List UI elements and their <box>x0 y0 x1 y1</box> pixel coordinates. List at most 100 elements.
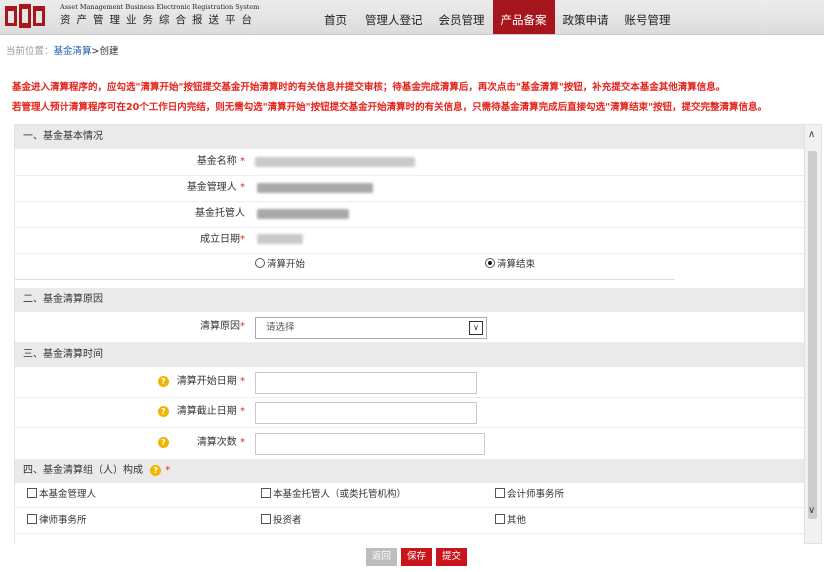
logo-english-text: Asset Management Business Electronic Reg… <box>60 3 260 11</box>
section-title: 四、基金清算组（人）构成 <box>23 465 143 476</box>
nav-product-filing[interactable]: 产品备案 <box>492 0 555 34</box>
checkbox-label: 其他 <box>507 515 527 526</box>
required-star: * <box>240 376 245 387</box>
breadcrumb-separator: > <box>91 46 100 57</box>
start-date-input[interactable] <box>255 372 477 394</box>
row-liquidation-reason: 清算原因* 请选择 ∨ <box>15 312 805 343</box>
end-date-label: 清算截止日期 <box>176 406 237 417</box>
nav-member-management[interactable]: 会员管理 <box>431 0 493 34</box>
radio-circle-selected[interactable] <box>485 258 495 268</box>
checkbox-label: 本基金托管人（或类托管机构） <box>273 489 407 500</box>
checkbox-label: 律师事务所 <box>39 515 87 526</box>
notice-line-1: 基金进入清算程序的，应勾选"清算开始"按钮提交基金开始清算时的有关信息并提交审核… <box>12 82 726 93</box>
submit-button[interactable]: 提交 <box>436 548 468 566</box>
help-icon[interactable]: ? <box>150 465 162 476</box>
redacted-established-date <box>257 234 303 244</box>
fund-custodian-label: 基金托管人 <box>195 208 245 219</box>
section-title: 一、基金基本情况 <box>23 131 103 142</box>
checkbox-accounting-firm[interactable]: 会计师事务所 <box>495 483 564 507</box>
liquidation-count-label: 清算次数 <box>196 437 237 448</box>
checkbox-box[interactable] <box>495 514 505 524</box>
save-button[interactable]: 保存 <box>401 548 433 566</box>
established-date-label: 成立日期 <box>200 234 240 245</box>
required-star: * <box>240 182 245 193</box>
required-star: * <box>240 234 245 245</box>
radio-liquidation-end[interactable]: 清算结束 <box>485 253 535 277</box>
section-liquidation-team: 四、基金清算组（人）构成 ? * <box>15 459 805 483</box>
help-icon[interactable]: ? <box>157 406 169 417</box>
row-fund-manager: 基金管理人 * <box>15 175 805 202</box>
section-title: 三、基金清算时间 <box>23 349 103 360</box>
checkbox-box[interactable] <box>261 514 271 524</box>
row-fund-custodian: 基金托管人 <box>15 201 805 228</box>
section-title: 二、基金清算原因 <box>23 294 103 305</box>
nav-home[interactable]: 首页 <box>312 0 357 34</box>
fund-name-label: 基金名称 <box>196 156 237 167</box>
help-icon[interactable]: ? <box>157 437 169 448</box>
chevron-up-icon[interactable]: ∧ <box>808 129 815 140</box>
scrollbar-thumb[interactable] <box>808 151 817 519</box>
logo-icon <box>5 4 45 28</box>
checkbox-investor[interactable]: 投资者 <box>261 509 302 533</box>
help-icon[interactable]: ? <box>157 376 169 387</box>
section-liquidation-reason: 二、基金清算原因 <box>15 288 805 312</box>
chevron-down-icon[interactable]: ∨ <box>808 505 815 516</box>
row-end-date: ? 清算截止日期 * <box>15 397 805 428</box>
row-established-date: 成立日期* <box>15 227 805 254</box>
required-star: * <box>240 437 245 448</box>
row-liquidation-status: 清算开始 清算结束 <box>15 253 675 280</box>
logo-chinese-text: 资产管理业务综合报送平台 <box>60 14 258 26</box>
required-star: * <box>240 321 245 332</box>
breadcrumb-prefix: 当前位置： <box>6 46 54 57</box>
section-basic-info: 一、基金基本情况 <box>15 125 805 149</box>
liquidation-reason-label: 清算原因 <box>200 321 240 332</box>
radio-liquidation-start-label: 清算开始 <box>267 259 306 270</box>
row-start-date: ? 清算开始日期 * <box>15 367 805 398</box>
start-date-label: 清算开始日期 <box>176 376 237 387</box>
required-star: * <box>165 465 171 476</box>
fund-manager-label: 基金管理人 <box>186 182 237 193</box>
top-header: Asset Management Business Electronic Reg… <box>0 0 824 35</box>
checkbox-label: 本基金管理人 <box>39 489 97 500</box>
radio-liquidation-start[interactable]: 清算开始 <box>255 253 305 277</box>
checkbox-box[interactable] <box>495 488 505 498</box>
back-button[interactable]: 返回 <box>366 548 398 566</box>
nav-policy-application[interactable]: 政策申请 <box>555 0 617 34</box>
redacted-fund-manager <box>257 183 373 193</box>
required-star: * <box>240 156 245 167</box>
required-star: * <box>240 406 245 417</box>
row-team-options-2: 律师事务所 投资者 其他 <box>15 509 805 534</box>
main-nav: 首页 管理人登记 会员管理 产品备案 政策申请 账号管理 <box>312 0 679 34</box>
action-buttons: 返回 保存 提交 <box>366 548 468 566</box>
checkbox-fund-custodian[interactable]: 本基金托管人（或类托管机构） <box>261 483 406 507</box>
radio-circle[interactable] <box>255 258 265 268</box>
section-liquidation-time: 三、基金清算时间 <box>15 343 805 367</box>
liquidation-form: 一、基金基本情况 基金名称 * 基金管理人 * 基金托管人 成立日期* 清算开始… <box>14 124 806 543</box>
checkbox-box[interactable] <box>27 514 37 524</box>
checkbox-box[interactable] <box>27 488 37 498</box>
redacted-fund-custodian <box>257 209 349 219</box>
checkbox-law-firm[interactable]: 律师事务所 <box>27 509 87 533</box>
row-fund-name: 基金名称 * <box>15 149 805 176</box>
checkbox-other[interactable]: 其他 <box>495 509 526 533</box>
liquidation-reason-select[interactable]: 请选择 ∨ <box>255 317 487 339</box>
redacted-fund-name <box>255 157 415 167</box>
nav-account-management[interactable]: 账号管理 <box>617 0 679 34</box>
liquidation-count-input[interactable] <box>255 433 485 455</box>
notice-line-2: 若管理人预计清算程序可在20个工作日内完结，则无需勾选"清算开始"按钮提交基金开… <box>12 102 768 113</box>
breadcrumb-current: 创建 <box>99 46 119 57</box>
nav-manager-registration[interactable]: 管理人登记 <box>357 0 431 34</box>
checkbox-fund-manager[interactable]: 本基金管理人 <box>27 483 96 507</box>
row-team-options-1: 本基金管理人 本基金托管人（或类托管机构） 会计师事务所 <box>15 483 805 508</box>
form-scrollbar[interactable]: ∧ ∨ <box>804 124 822 544</box>
radio-liquidation-end-label: 清算结束 <box>497 259 536 270</box>
chevron-down-icon[interactable]: ∨ <box>469 321 483 335</box>
checkbox-label: 会计师事务所 <box>507 489 565 500</box>
end-date-input[interactable] <box>255 402 477 424</box>
row-liquidation-count: ? 清算次数 * <box>15 427 805 460</box>
checkbox-label: 投资者 <box>273 515 302 526</box>
liquidation-reason-value: 请选择 <box>266 322 295 333</box>
checkbox-box[interactable] <box>261 488 271 498</box>
breadcrumb: 当前位置：基金清算>创建 <box>6 43 119 57</box>
breadcrumb-link-fund-liquidation[interactable]: 基金清算 <box>54 46 92 57</box>
